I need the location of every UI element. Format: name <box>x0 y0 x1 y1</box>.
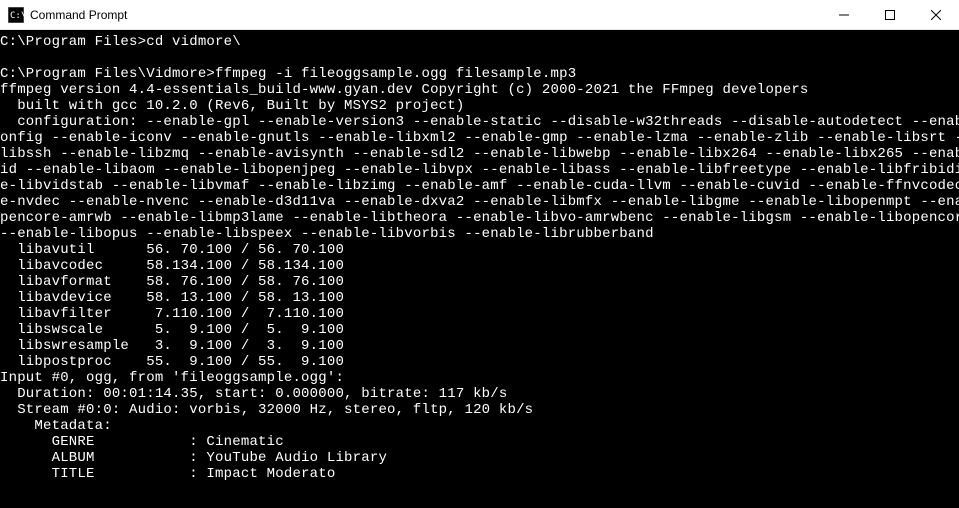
terminal-line: libavutil 56. 70.100 / 56. 70.100 <box>0 242 959 258</box>
terminal-line: C:\Program Files>cd vidmore\ <box>0 34 959 50</box>
terminal-line: Input #0, ogg, from 'fileoggsample.ogg': <box>0 370 959 386</box>
cmd-icon: C:\ <box>8 7 24 23</box>
minimize-button[interactable] <box>821 0 867 29</box>
terminal-line: libavfilter 7.110.100 / 7.110.100 <box>0 306 959 322</box>
terminal-line: libssh --enable-libzmq --enable-avisynth… <box>0 146 959 162</box>
terminal-output[interactable]: C:\Program Files>cd vidmore\ C:\Program … <box>0 30 959 508</box>
terminal-line: Stream #0:0: Audio: vorbis, 32000 Hz, st… <box>0 402 959 418</box>
maximize-button[interactable] <box>867 0 913 29</box>
terminal-line: Duration: 00:01:14.35, start: 0.000000, … <box>0 386 959 402</box>
close-button[interactable] <box>913 0 959 29</box>
terminal-line: id --enable-libaom --enable-libopenjpeg … <box>0 162 959 178</box>
terminal-line: libswscale 5. 9.100 / 5. 9.100 <box>0 322 959 338</box>
terminal-line: e-libvidstab --enable-libvmaf --enable-l… <box>0 178 959 194</box>
terminal-line: ffmpeg version 4.4-essentials_build-www.… <box>0 82 959 98</box>
terminal-line: built with gcc 10.2.0 (Rev6, Built by MS… <box>0 98 959 114</box>
terminal-line: ALBUM : YouTube Audio Library <box>0 450 959 466</box>
terminal-line: libpostproc 55. 9.100 / 55. 9.100 <box>0 354 959 370</box>
window-title: Command Prompt <box>30 8 821 22</box>
terminal-line: Metadata: <box>0 418 959 434</box>
terminal-line: onfig --enable-iconv --enable-gnutls --e… <box>0 130 959 146</box>
window: C:\ Command Prompt C:\Program Files>cd v… <box>0 0 959 508</box>
terminal-line: libavformat 58. 76.100 / 58. 76.100 <box>0 274 959 290</box>
terminal-line <box>0 50 959 66</box>
terminal-line: configuration: --enable-gpl --enable-ver… <box>0 114 959 130</box>
terminal-line: GENRE : Cinematic <box>0 434 959 450</box>
terminal-line: C:\Program Files\Vidmore>ffmpeg -i fileo… <box>0 66 959 82</box>
terminal-line: libswresample 3. 9.100 / 3. 9.100 <box>0 338 959 354</box>
terminal-line: --enable-libopus --enable-libspeex --ena… <box>0 226 959 242</box>
window-controls <box>821 0 959 29</box>
terminal-line: e-nvdec --enable-nvenc --enable-d3d11va … <box>0 194 959 210</box>
terminal-line: libavdevice 58. 13.100 / 58. 13.100 <box>0 290 959 306</box>
terminal-line: libavcodec 58.134.100 / 58.134.100 <box>0 258 959 274</box>
svg-text:C:\: C:\ <box>10 11 24 21</box>
terminal-line: pencore-amrwb --enable-libmp3lame --enab… <box>0 210 959 226</box>
terminal-line: TITLE : Impact Moderato <box>0 466 959 482</box>
titlebar: C:\ Command Prompt <box>0 0 959 30</box>
